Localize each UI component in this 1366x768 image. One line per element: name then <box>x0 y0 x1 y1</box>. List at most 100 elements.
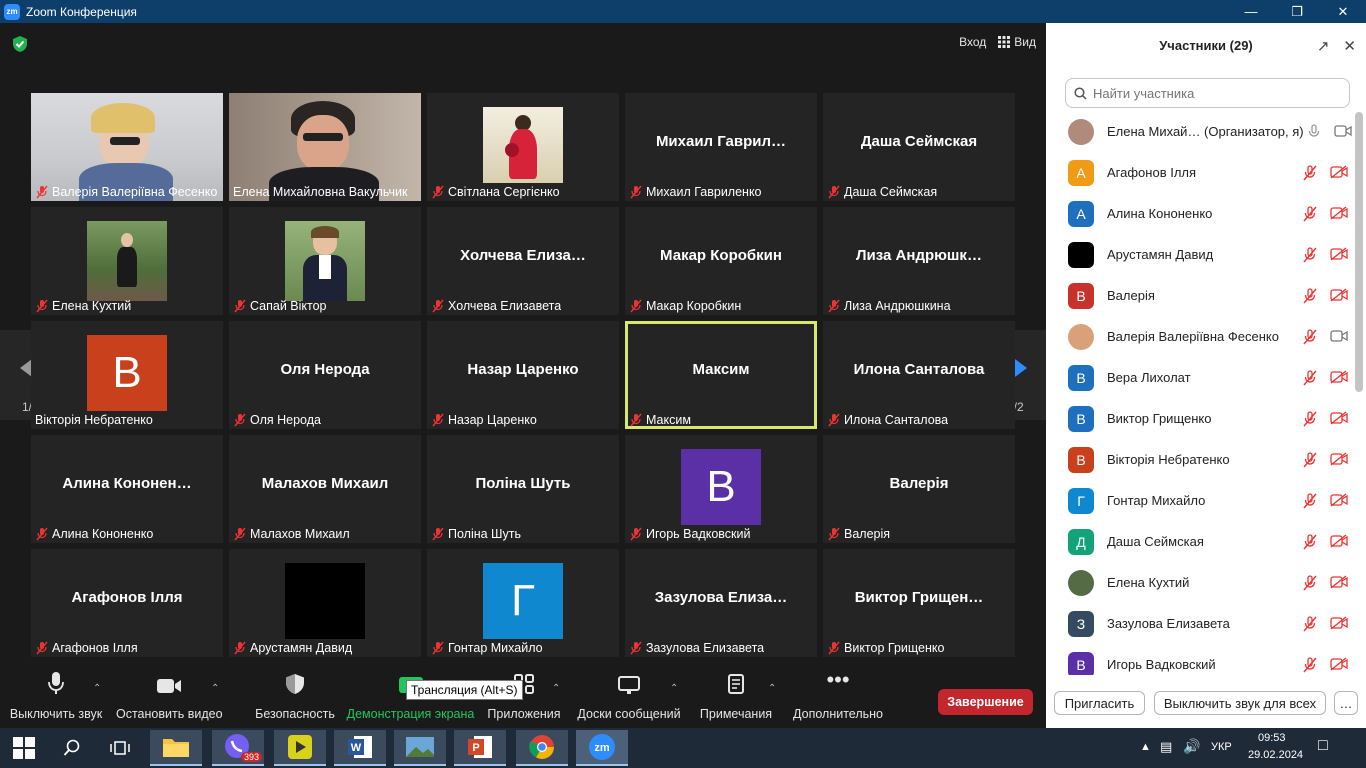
panel-more-button[interactable]: … <box>1334 691 1358 715</box>
participant-tile[interactable]: Агафонов Ілля Агафонов Ілля <box>31 549 223 657</box>
participant-search-input[interactable] <box>1093 85 1333 101</box>
mic-icon[interactable] <box>1306 123 1322 140</box>
more-button[interactable]: ••• Дополнительно <box>790 665 886 728</box>
invite-button[interactable]: Пригласить <box>1054 691 1145 715</box>
participant-row[interactable]: В Вера Лихолат <box>1046 357 1356 398</box>
notes-button[interactable]: Примечания <box>696 665 776 728</box>
participant-tile[interactable]: В Игорь Вадковский <box>625 435 817 543</box>
participant-row[interactable]: А Агафонов Ілля <box>1046 152 1356 193</box>
muted-mic-icon[interactable] <box>1302 533 1318 550</box>
muted-mic-icon[interactable] <box>1302 205 1318 222</box>
participant-row[interactable]: Елена Кухтий <box>1046 562 1356 603</box>
participant-row[interactable]: Г Гонтар Михайло <box>1046 480 1356 521</box>
tray-expand-icon[interactable]: ▲ <box>1140 741 1151 753</box>
muted-mic-icon[interactable] <box>1302 451 1318 468</box>
participant-row[interactable]: Валерія Валеріївна Фесенко <box>1046 316 1356 357</box>
participant-tile[interactable]: Елена Михайловна Вакульчик <box>229 93 421 201</box>
muted-mic-icon[interactable] <box>1302 164 1318 181</box>
windows-start-button[interactable] <box>8 730 40 766</box>
minimize-button[interactable]: — <box>1228 0 1274 23</box>
media-player-taskbar[interactable] <box>274 730 326 766</box>
participant-tile[interactable]: Холчева Елиза… Холчева Елизавета <box>427 207 619 315</box>
video-icon[interactable] <box>1330 329 1348 343</box>
muted-mic-icon[interactable] <box>1302 492 1318 509</box>
video-off-icon[interactable] <box>1330 164 1348 179</box>
volume-icon[interactable]: 🔊 <box>1183 738 1200 755</box>
encryption-shield-icon[interactable] <box>12 35 28 53</box>
video-off-icon[interactable] <box>1330 451 1348 466</box>
participant-tile[interactable]: Виктор Грищен… Виктор Грищенко <box>823 549 1015 657</box>
zoom-taskbar[interactable]: zm <box>576 730 628 766</box>
whiteboards-button[interactable]: Доски сообщений <box>575 665 683 728</box>
muted-mic-icon[interactable] <box>1302 246 1318 263</box>
notifications-icon[interactable]: □ <box>1318 737 1328 755</box>
video-off-icon[interactable] <box>1330 656 1348 671</box>
search-taskbar-button[interactable] <box>56 730 88 766</box>
word-taskbar[interactable]: W <box>334 730 386 766</box>
participant-tile[interactable]: Арустамян Давид <box>229 549 421 657</box>
participant-row[interactable]: Д Даша Сеймская <box>1046 521 1356 562</box>
participant-row[interactable]: Арустамян Давид <box>1046 234 1356 275</box>
muted-mic-icon[interactable] <box>1302 287 1318 304</box>
muted-mic-icon[interactable] <box>1302 410 1318 427</box>
participant-tile[interactable]: Малахов Михаил Малахов Михаил <box>229 435 421 543</box>
muted-mic-icon[interactable] <box>1302 574 1318 591</box>
muted-mic-icon[interactable] <box>1302 615 1318 632</box>
language-indicator[interactable]: УКР <box>1211 741 1232 753</box>
audio-options-caret-icon[interactable]: ⌃ <box>93 683 101 694</box>
video-off-icon[interactable] <box>1330 492 1348 507</box>
participant-tile[interactable]: Михаил Гаврил… Михаил Гавриленко <box>625 93 817 201</box>
participant-tile[interactable]: Илона Санталова Илона Санталова <box>823 321 1015 429</box>
participant-tile[interactable]: Макар Коробкин Макар Коробкин <box>625 207 817 315</box>
muted-mic-icon[interactable] <box>1302 369 1318 386</box>
clock-time[interactable]: 09:53 <box>1258 732 1286 744</box>
participant-tile[interactable]: Валерія Валеріївна Фесенко <box>31 93 223 201</box>
participant-tile[interactable]: Валерія Валерія <box>823 435 1015 543</box>
apps-caret-icon[interactable]: ⌃ <box>552 683 560 694</box>
video-off-icon[interactable] <box>1330 574 1348 589</box>
notes-caret-icon[interactable]: ⌃ <box>768 683 776 694</box>
task-view-button[interactable] <box>104 730 136 766</box>
mute-all-button[interactable]: Выключить звук для всех <box>1154 691 1326 715</box>
participant-row[interactable]: В Виктор Грищенко <box>1046 398 1356 439</box>
close-window-button[interactable]: ✕ <box>1320 0 1366 23</box>
participant-tile[interactable]: Оля Нерода Оля Нерода <box>229 321 421 429</box>
security-button[interactable]: Безопасность <box>254 665 336 728</box>
video-off-icon[interactable] <box>1330 533 1348 548</box>
participant-row[interactable]: А Алина Кононенко <box>1046 193 1356 234</box>
participant-tile[interactable]: Алина Кононен… Алина Кононенко <box>31 435 223 543</box>
participant-row[interactable]: В Валерія <box>1046 275 1356 316</box>
participant-tile[interactable]: Сапай Віктор <box>229 207 421 315</box>
participant-tile[interactable]: Поліна Шуть Поліна Шуть <box>427 435 619 543</box>
participant-tile[interactable]: В Вікторія Небратенко <box>31 321 223 429</box>
chrome-taskbar[interactable] <box>516 730 568 766</box>
participant-tile[interactable]: Зазулова Елиза… Зазулова Елизавета <box>625 549 817 657</box>
participant-tile[interactable]: Даша Сеймская Даша Сеймская <box>823 93 1015 201</box>
view-button[interactable]: Вид <box>998 35 1036 49</box>
participant-row[interactable]: В Игорь Вадковский <box>1046 644 1356 675</box>
maximize-button[interactable]: ❐ <box>1274 0 1320 23</box>
end-meeting-button[interactable]: Завершение <box>938 689 1033 715</box>
participant-row[interactable]: В Вікторія Небратенко <box>1046 439 1356 480</box>
network-icon[interactable]: ▤ <box>1160 739 1172 755</box>
enter-fullscreen-button[interactable]: Вход <box>959 35 986 49</box>
video-off-icon[interactable] <box>1330 287 1348 302</box>
file-explorer-taskbar[interactable] <box>150 730 202 766</box>
photos-taskbar[interactable] <box>394 730 446 766</box>
stop-video-button[interactable]: Остановить видео <box>116 665 223 728</box>
popout-icon[interactable]: ↗ <box>1317 37 1330 55</box>
participant-tile[interactable]: Лиза Андрюшк… Лиза Андрюшкина <box>823 207 1015 315</box>
mute-button[interactable]: Выключить звук <box>8 665 104 728</box>
video-icon[interactable] <box>1334 124 1352 138</box>
participant-tile[interactable]: Назар Царенко Назар Царенко <box>427 321 619 429</box>
powerpoint-taskbar[interactable]: P <box>454 730 506 766</box>
participant-row[interactable]: З Зазулова Елизавета <box>1046 603 1356 644</box>
video-options-caret-icon[interactable]: ⌃ <box>211 683 219 694</box>
video-off-icon[interactable] <box>1330 205 1348 220</box>
participant-tile[interactable]: Г Гонтар Михайло <box>427 549 619 657</box>
video-off-icon[interactable] <box>1330 615 1348 630</box>
video-off-icon[interactable] <box>1330 410 1348 425</box>
whiteboard-caret-icon[interactable]: ⌃ <box>670 683 678 694</box>
muted-mic-icon[interactable] <box>1302 656 1318 673</box>
participants-scrollbar[interactable] <box>1355 112 1363 392</box>
